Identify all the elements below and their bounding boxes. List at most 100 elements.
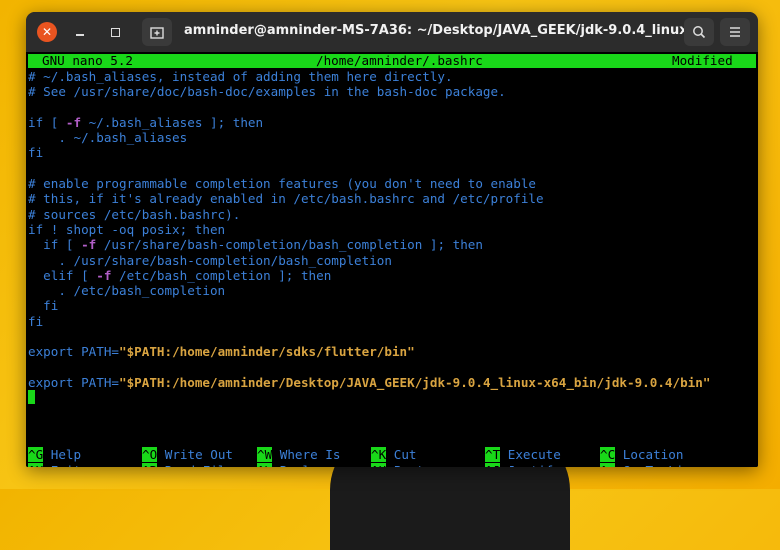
- shortcut-key: ^K: [371, 447, 387, 462]
- shortcut-item[interactable]: ^U Paste: [371, 463, 432, 467]
- code-token: # See /usr/share/doc/bash-doc/examples i…: [28, 84, 506, 100]
- nano-version: GNU nano 5.2: [42, 53, 133, 68]
- terminal-window: ✕ amninder@amninder-MS-7A36: ~/Desktop/J…: [26, 12, 758, 467]
- editor-line: if ! shopt -oq posix; then: [28, 222, 756, 237]
- shortcut-key: ^O: [142, 447, 158, 462]
- close-icon[interactable]: ✕: [37, 22, 57, 42]
- editor-line: . /usr/share/bash-completion/bash_comple…: [28, 253, 756, 268]
- code-token: . /usr/share/bash-completion/bash_comple…: [28, 252, 392, 268]
- editor-line: if [ -f ~/.bash_aliases ]; then: [28, 115, 756, 130]
- code-token: -f: [81, 237, 97, 253]
- nano-shortcut-bar: ^G Help ^O Write Out ^W Where Is ^K Cut ^T E…: [28, 447, 756, 467]
- shortcut-label: Help: [43, 447, 82, 462]
- shortcut-label: Cut: [386, 447, 417, 462]
- code-token: # enable programmable completion feature…: [28, 176, 536, 192]
- editor-line: if [ -f /usr/share/bash-completion/bash_…: [28, 237, 756, 252]
- code-token: -f: [65, 114, 82, 130]
- shortcut-item[interactable]: ^J Justify: [485, 463, 561, 467]
- code-token: if [: [28, 114, 66, 130]
- search-button[interactable]: [684, 18, 714, 46]
- shortcut-key: ^_: [600, 463, 616, 467]
- editor-buffer[interactable]: # ~/.bash_aliases, instead of adding the…: [28, 69, 756, 406]
- titlebar: ✕ amninder@amninder-MS-7A36: ~/Desktop/J…: [26, 12, 758, 52]
- shortcut-item[interactable]: ^R Read File: [142, 463, 233, 467]
- shortcut-item[interactable]: ^O Write Out: [142, 447, 233, 462]
- shortcut-item[interactable]: ^T Execute: [485, 447, 561, 462]
- hamburger-menu-icon: [730, 27, 740, 37]
- shortcut-label: Go To Line: [615, 463, 699, 467]
- nano-modified-status: Modified: [672, 53, 733, 68]
- shortcut-label: Execute: [500, 447, 561, 462]
- editor-line: fi: [28, 314, 756, 329]
- code-token: elif [: [28, 267, 97, 283]
- code-token: -f: [96, 267, 112, 283]
- menu-button[interactable]: [720, 18, 750, 46]
- shortcut-item[interactable]: ^X Exit: [28, 463, 81, 467]
- code-token: "$PATH:/home/amninder/sdks/flutter/bin": [119, 344, 415, 360]
- code-token: . ~/.bash_aliases: [28, 130, 188, 146]
- editor-line: . /etc/bash_completion: [28, 283, 756, 298]
- shortcut-label: Replace: [272, 463, 333, 467]
- shortcut-key: ^X: [28, 463, 44, 467]
- editor-line: fi: [28, 298, 756, 313]
- code-token: fi: [28, 145, 44, 161]
- shortcut-key: ^W: [257, 447, 273, 462]
- shortcut-label: Where Is: [272, 447, 341, 462]
- shortcut-key: ^U: [371, 463, 387, 467]
- text-cursor: [28, 390, 35, 405]
- code-token: ~/.bash_aliases ]; then: [81, 114, 264, 130]
- code-token: fi: [28, 313, 44, 329]
- code-token: if ! shopt -oq posix; then: [28, 221, 226, 237]
- terminal-area[interactable]: GNU nano 5.2 /home/amninder/.bashrc Modi…: [26, 52, 758, 467]
- shortcut-label: Location: [615, 447, 684, 462]
- shortcut-label: Exit: [43, 463, 81, 467]
- shortcut-key: ^R: [142, 463, 158, 467]
- maximize-icon[interactable]: [105, 22, 125, 42]
- code-token: fi: [28, 298, 59, 314]
- editor-line: # this, if it's already enabled in /etc/…: [28, 191, 756, 206]
- new-tab-icon: [150, 27, 164, 39]
- editor-line: export PATH="$PATH:/home/amninder/sdks/f…: [28, 344, 756, 359]
- code-token: # ~/.bash_aliases, instead of adding the…: [28, 69, 453, 84]
- shortcut-item[interactable]: ^K Cut: [371, 447, 417, 462]
- editor-line: # ~/.bash_aliases, instead of adding the…: [28, 69, 756, 84]
- code-token: # this, if it's already enabled in /etc/…: [28, 191, 544, 207]
- editor-line: elif [ -f /etc/bash_completion ]; then: [28, 268, 756, 283]
- search-icon: [693, 26, 706, 39]
- code-token: /etc/bash_completion ]; then: [111, 267, 332, 283]
- editor-line: . ~/.bash_aliases: [28, 130, 756, 145]
- shortcut-key: ^T: [485, 447, 501, 462]
- editor-line: # sources /etc/bash.bashrc).: [28, 207, 756, 222]
- shortcut-label: Paste: [386, 463, 432, 467]
- window-title: amninder@amninder-MS-7A36: ~/Desktop/JAV…: [184, 23, 684, 38]
- shortcut-label: Write Out: [157, 447, 233, 462]
- shortcut-label: Justify: [500, 463, 561, 467]
- shortcut-item[interactable]: ^W Where Is: [257, 447, 340, 462]
- shortcut-key: ^C: [600, 447, 616, 462]
- editor-line: fi: [28, 145, 756, 160]
- code-token: # sources /etc/bash.bashrc).: [28, 206, 241, 222]
- minimize-icon[interactable]: [70, 22, 90, 42]
- editor-line: [28, 390, 756, 405]
- shortcut-item[interactable]: ^_ Go To Line: [600, 463, 699, 467]
- code-token: if [: [28, 237, 82, 253]
- code-token: "$PATH:/home/amninder/Desktop/JAVA_GEEK/…: [119, 374, 711, 390]
- code-token: . /etc/bash_completion: [28, 283, 226, 299]
- editor-line: export PATH="$PATH:/home/amninder/Deskto…: [28, 375, 756, 390]
- code-token: export PATH=: [28, 374, 119, 390]
- shortcut-item[interactable]: ^C Location: [600, 447, 683, 462]
- editor-line: # See /usr/share/doc/bash-doc/examples i…: [28, 84, 756, 99]
- shortcut-item[interactable]: ^G Help: [28, 447, 81, 462]
- new-tab-button[interactable]: [142, 18, 172, 46]
- editor-line: # enable programmable completion feature…: [28, 176, 756, 191]
- nano-header-bar: GNU nano 5.2 /home/amninder/.bashrc Modi…: [28, 54, 756, 68]
- shortcut-key: ^\: [257, 463, 273, 467]
- shortcut-key: ^G: [28, 447, 44, 462]
- shortcut-item[interactable]: ^\ Replace: [257, 463, 333, 467]
- nano-filename: /home/amninder/.bashrc: [316, 53, 483, 68]
- shortcut-key: ^J: [485, 463, 501, 467]
